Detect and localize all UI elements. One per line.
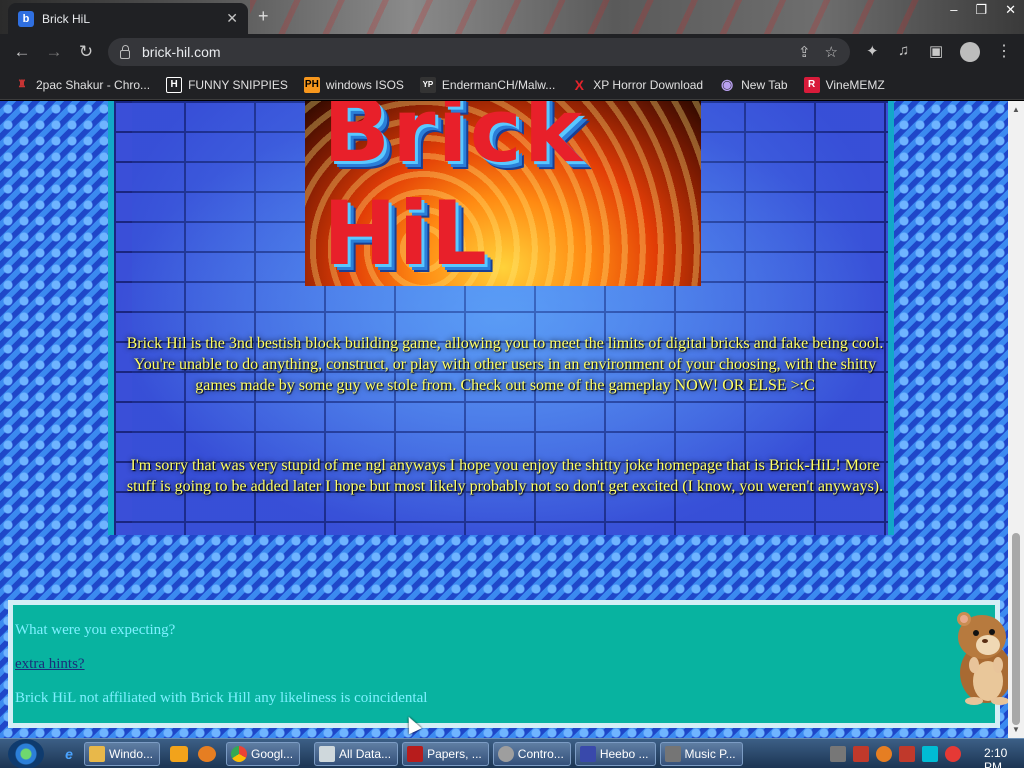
scroll-down-icon[interactable]: ▼ [1012, 725, 1020, 734]
browser-tab[interactable]: b Brick HiL ✕ [8, 3, 248, 34]
bookmark-favicon-icon: YP [419, 76, 436, 93]
close-window-button[interactable]: ✕ [1005, 2, 1016, 18]
tray-speaker-icon[interactable] [945, 745, 961, 762]
taskbar-app-label: Papers, ... [427, 746, 482, 761]
brick-hil-logo: Brick HiL [305, 101, 701, 286]
bookmark-favicon-icon: R [803, 76, 820, 93]
forward-button[interactable]: → [38, 42, 70, 62]
intro-paragraph: Brick Hil is the 3nd bestish block build… [126, 335, 884, 394]
window-controls: – ❐ ✕ [950, 2, 1016, 18]
control-panel-icon [497, 745, 514, 762]
bookmark-star-icon[interactable]: ☆ [825, 43, 838, 61]
new-tab-button[interactable]: + [258, 6, 269, 27]
taskbar-app-label: Music P... [684, 746, 736, 761]
taskbar-app[interactable]: Windo... [84, 741, 161, 766]
taskbar-app-label: All Data... [339, 746, 392, 761]
apology-paragraph: I'm sorry that was very stupid of me ngl… [126, 457, 884, 495]
start-button[interactable] [8, 738, 44, 768]
bookmark-label: New Tab [741, 77, 788, 92]
taskbar-app[interactable]: Music P... [659, 741, 743, 766]
explorer-folder-icon [89, 745, 105, 762]
chrome-menu-icon[interactable]: ⋮ [996, 41, 1012, 61]
tray-tool-icon[interactable] [853, 745, 869, 762]
taskbar-app-label: Heebo ... [599, 746, 649, 761]
heebo-app-icon [579, 745, 596, 762]
taskbar-app-label: Windo... [109, 746, 154, 761]
bookmark-favicon-icon: ◉ [721, 76, 734, 92]
bookmark-label: VineMEMZ [825, 77, 885, 92]
chrome-icon [231, 745, 248, 762]
taskbar: e Windo... Googl... All Data... Papers, … [0, 738, 1024, 768]
extensions-icon[interactable]: ✦ [866, 42, 879, 60]
footer-disclaimer: Brick HiL not affiliated with Brick Hill… [15, 690, 428, 706]
bookmark-label: windows ISOS [325, 77, 404, 92]
music-player-icon [664, 745, 681, 762]
bookmark-label: FUNNY SNIPPIES [188, 77, 288, 92]
papers-please-icon [407, 745, 424, 762]
media-control-icon[interactable]: ♫ [898, 42, 909, 59]
taskbar-app[interactable]: Papers, ... [402, 741, 489, 766]
site-favicon-icon: b [18, 10, 34, 27]
tray-flag-icon[interactable] [899, 745, 915, 762]
bookmark-item[interactable]: YP EndermanCH/Malw... [419, 76, 556, 93]
side-panel-icon[interactable]: ▣ [929, 42, 943, 60]
bookmark-favicon-icon: X [574, 76, 584, 93]
bookmark-item[interactable]: R VineMEMZ [803, 76, 885, 93]
bookmark-label: 2pac Shakur - Chro... [36, 77, 151, 92]
page-footer: What were you expecting? extra hints? Br… [8, 600, 1008, 728]
page-viewport[interactable]: Brick HiL Brick Hil is the 3nd bestish b… [0, 101, 1008, 738]
bookmark-item[interactable]: X XP Horror Download [571, 76, 704, 93]
scroll-up-icon[interactable]: ▲ [1012, 105, 1020, 114]
taskbar-app-label: Googl... [251, 746, 294, 761]
bookmark-favicon-icon: PH [303, 76, 320, 93]
taskbar-clock[interactable]: 2:10 PM [984, 746, 1007, 768]
tray-tile-icon[interactable] [830, 745, 846, 762]
footer-question: What were you expecting? [15, 622, 176, 638]
bookmark-favicon-icon: H [166, 76, 183, 93]
tray-monitor-icon[interactable] [922, 745, 938, 762]
taskbar-app[interactable]: Googl... [226, 741, 301, 766]
taskbar-app-label: Contro... [517, 746, 564, 761]
bookmark-favicon-icon: ♜ [17, 79, 27, 90]
back-button[interactable]: ← [6, 42, 38, 62]
minimize-button[interactable]: – [950, 2, 957, 18]
share-icon[interactable]: ⇪ [798, 43, 811, 61]
system-tray: 2:10 PM [830, 745, 1024, 768]
extra-hints-link[interactable]: extra hints? [15, 656, 85, 673]
restore-button[interactable]: ❐ [975, 2, 987, 18]
hamster-image [957, 612, 1008, 705]
tab-title: Brick HiL [42, 11, 91, 26]
bookmark-item[interactable]: H FUNNY SNIPPIES [166, 76, 288, 93]
reload-button[interactable]: ↻ [70, 42, 102, 62]
tab-close-icon[interactable]: ✕ [226, 10, 238, 27]
taskbar-app[interactable]: Contro... [492, 741, 571, 766]
taskbar-app[interactable]: All Data... [314, 741, 399, 766]
address-bar[interactable]: brick-hil.com ⇪ ☆ [108, 38, 850, 66]
data-window-icon [319, 745, 336, 762]
app-pinned-icon[interactable] [198, 745, 217, 762]
lock-icon[interactable] [120, 44, 130, 59]
media-player-icon[interactable] [170, 745, 189, 762]
bookmark-item[interactable]: PH windows ISOS [303, 76, 404, 93]
page-scrollbar[interactable]: ▲ ▼ [1008, 101, 1024, 738]
url-text[interactable]: brick-hil.com [142, 44, 784, 60]
scrollbar-thumb[interactable] [1012, 533, 1020, 725]
bookmark-item[interactable]: ◉ New Tab [719, 76, 788, 93]
ie-icon[interactable]: e [58, 744, 80, 764]
logo-text: Brick HiL [323, 101, 585, 285]
tray-search-icon[interactable] [876, 745, 892, 762]
taskbar-app[interactable]: Heebo ... [574, 741, 656, 766]
bookmarks-bar: ♜ 2pac Shakur - Chro... H FUNNY SNIPPIES… [0, 70, 1024, 100]
profile-avatar[interactable] [960, 42, 980, 62]
bookmark-label: EndermanCH/Malw... [441, 77, 556, 92]
window-titlebar: b Brick HiL ✕ + – ❐ ✕ [0, 0, 1024, 34]
browser-toolbar: ← → ↻ brick-hil.com ⇪ ☆ ✦ ♫ ▣ ⋮ [0, 34, 1024, 70]
bookmark-label: XP Horror Download [593, 77, 704, 92]
bookmark-item[interactable]: ♜ 2pac Shakur - Chro... [14, 77, 151, 93]
